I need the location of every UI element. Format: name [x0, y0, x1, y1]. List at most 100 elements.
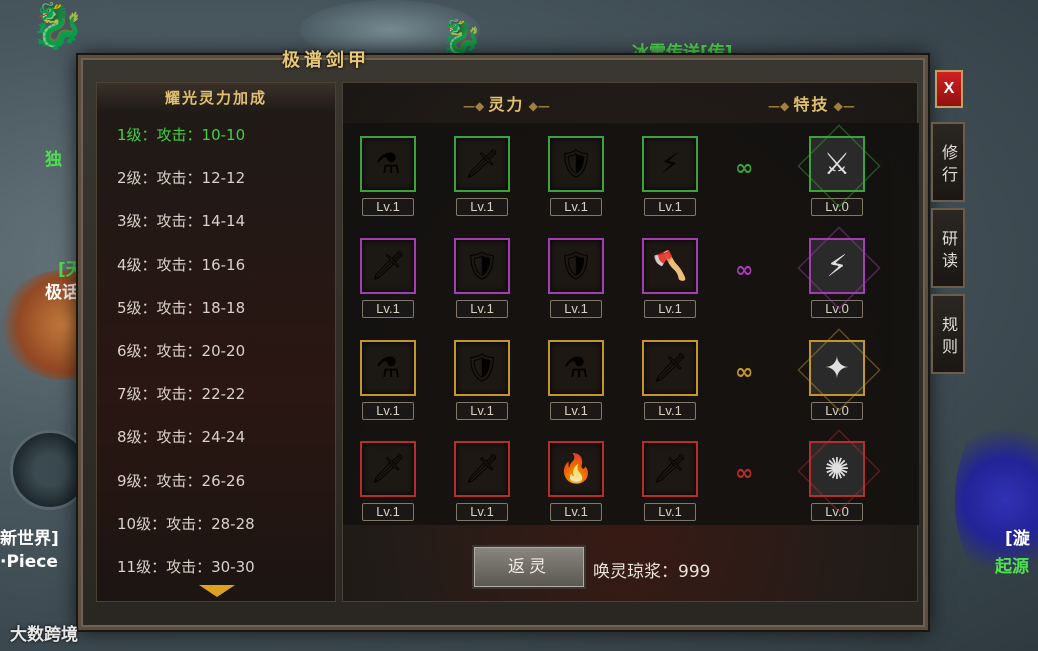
item-level-label: Lv.1	[644, 503, 696, 521]
chain-link-icon: ∞	[735, 461, 754, 486]
return-spirit-button[interactable]: 返灵	[472, 545, 586, 589]
spirit-item-slot[interactable]: ⚡ Lv.1	[642, 136, 698, 216]
item-frame: 🗡	[360, 238, 416, 294]
spirit-item-slot[interactable]: ⚗ Lv.1	[360, 136, 416, 216]
skill-frame: ⚡	[809, 238, 865, 294]
bonus-list-panel: 耀光灵力加成 1级：攻击：10-10 2级：攻击：12-12 3级：攻击：14-…	[96, 82, 336, 602]
item-level-label: Lv.1	[362, 503, 414, 521]
scroll-down-icon[interactable]	[199, 585, 235, 597]
flame-axe-icon: 🪓	[652, 249, 688, 282]
item-level-label: Lv.1	[456, 300, 508, 318]
npc-label: 起源	[995, 557, 1029, 577]
spirit-item-slot[interactable]: 🪓 Lv.1	[642, 238, 698, 318]
bonus-list-header: 耀光灵力加成	[97, 83, 335, 113]
item-level-label: Lv.1	[362, 402, 414, 420]
item-frame: 🗡	[642, 340, 698, 396]
side-tabs: 修行 研读 规则	[931, 122, 965, 380]
chain-link-icon: ∞	[735, 258, 754, 283]
red-potion-icon: ⚗	[375, 351, 401, 384]
bonus-level-list[interactable]: 1级：攻击：10-10 2级：攻击：12-12 3级：攻击：14-14 4级：攻…	[97, 113, 335, 595]
golden-blade-icon: 🗡	[370, 249, 406, 282]
sword-icon: 🗡	[464, 452, 500, 485]
skill-slot[interactable]: ✦Lv.0	[809, 340, 865, 420]
item-frame: 🛡	[454, 340, 510, 396]
npc-label: [漩	[1005, 529, 1030, 549]
skill-frame: ✺	[809, 441, 865, 497]
spirit-grid: ⚗ Lv.1 🗡 Lv.1 🛡 Lv.1 ⚡ Lv.1 ∞ ⚔Lv.0 🗡 Lv.1 🛡 Lv.1 🛡 Lv.…	[343, 123, 919, 525]
spirit-item-slot[interactable]: ⚗ Lv.1	[548, 340, 604, 420]
red-potion-icon: ⚗	[375, 147, 401, 180]
skill-slot[interactable]: ⚡Lv.0	[809, 238, 865, 318]
spirit-item-slot[interactable]: 🛡 Lv.1	[548, 238, 604, 318]
spirit-item-slot[interactable]: 🔥 Lv.1	[548, 441, 604, 521]
spirit-item-slot[interactable]: 🛡 Lv.1	[454, 238, 510, 318]
red-potion-icon: ⚗	[563, 351, 589, 384]
bonus-level-item: 4级：攻击：16-16	[117, 255, 246, 274]
burst-skill-icon: ✺	[824, 451, 850, 487]
bonus-level-item: 10级：攻击：28-28	[117, 514, 255, 533]
skill-frame: ⚔	[809, 136, 865, 192]
spirit-row: 🗡 Lv.1 🛡 Lv.1 🛡 Lv.1 🪓 Lv.1 ∞ ⚡Lv.0	[343, 238, 919, 338]
window-title: 极谱剑甲	[282, 50, 370, 71]
slash-skill-icon: ⚔	[823, 146, 851, 182]
skill-slot[interactable]: ✺Lv.0	[809, 441, 865, 521]
bonus-level-item: 7级：攻击：22-22	[117, 385, 246, 404]
item-level-label: Lv.1	[644, 402, 696, 420]
item-frame: 🗡	[360, 441, 416, 497]
item-frame: ⚗	[360, 136, 416, 192]
spirit-row: 🗡 Lv.1 🗡 Lv.1 🔥 Lv.1 🗡 Lv.1 ∞ ✺Lv.0	[343, 441, 919, 541]
spirit-section-title: —◆ 灵力 ◆—	[463, 95, 550, 114]
bonus-level-item: 8级：攻击：24-24	[117, 428, 246, 447]
item-level-label: Lv.1	[456, 198, 508, 216]
item-level-label: Lv.1	[550, 503, 602, 521]
item-level-label: Lv.1	[362, 198, 414, 216]
sword-icon: 🗡	[464, 147, 500, 180]
item-level-label: Lv.1	[362, 300, 414, 318]
item-frame: 🗡	[454, 441, 510, 497]
item-frame: 🗡	[454, 136, 510, 192]
item-level-label: Lv.1	[550, 402, 602, 420]
spirit-item-slot[interactable]: 🗡 Lv.1	[454, 136, 510, 216]
skill-slot[interactable]: ⚔Lv.0	[809, 136, 865, 216]
tab-study[interactable]: 研读	[931, 208, 965, 288]
item-frame: 🗡	[642, 441, 698, 497]
chain-link-icon: ∞	[735, 360, 754, 385]
bonus-level-item: 1级：攻击：10-10	[117, 126, 246, 144]
golden-blade-icon: 🗡	[652, 452, 688, 485]
skill-section-title: —◆ 特技 ◆—	[768, 95, 855, 114]
spirit-item-slot[interactable]: 🗡 Lv.1	[454, 441, 510, 521]
tab-rules[interactable]: 规则	[931, 294, 965, 374]
tab-cultivate[interactable]: 修行	[931, 122, 965, 202]
lightning-sword-icon: ⚡	[660, 147, 680, 180]
spirit-item-slot[interactable]: 🗡 Lv.1	[642, 340, 698, 420]
chain-link-icon: ∞	[735, 156, 754, 181]
close-button[interactable]: X	[935, 70, 963, 108]
spirit-row: ⚗ Lv.1 🛡 Lv.1 ⚗ Lv.1 🗡 Lv.1 ∞ ✦Lv.0	[343, 340, 919, 440]
item-level-label: Lv.1	[644, 300, 696, 318]
item-level-label: Lv.1	[644, 198, 696, 216]
item-frame: 🔥	[548, 441, 604, 497]
silver-armor-icon: 🛡	[464, 249, 500, 282]
fire-blade-icon: 🔥	[558, 452, 594, 485]
bonus-level-item: 2级：攻击：12-12	[117, 169, 246, 188]
item-level-label: Lv.1	[456, 503, 508, 521]
bonus-level-item: 5级：攻击：18-18	[117, 298, 246, 317]
sword-icon: 🗡	[370, 452, 406, 485]
item-frame: ⚡	[642, 136, 698, 192]
spirit-row: ⚗ Lv.1 🗡 Lv.1 🛡 Lv.1 ⚡ Lv.1 ∞ ⚔Lv.0	[343, 136, 919, 236]
spirit-item-slot[interactable]: 🗡 Lv.1	[642, 441, 698, 521]
spirit-item-slot[interactable]: 🛡 Lv.1	[548, 136, 604, 216]
item-frame: ⚗	[360, 340, 416, 396]
item-frame: 🛡	[548, 136, 604, 192]
dragon-ornament-top: 🐉	[440, 18, 483, 58]
armor-icon: 🛡	[558, 147, 594, 180]
bonus-level-item: 6级：攻击：20-20	[117, 341, 246, 360]
spirit-item-slot[interactable]: ⚗ Lv.1	[360, 340, 416, 420]
item-frame: 🛡	[454, 238, 510, 294]
spirit-item-slot[interactable]: 🗡 Lv.1	[360, 441, 416, 521]
item-frame: ⚗	[548, 340, 604, 396]
spirit-item-slot[interactable]: 🗡 Lv.1	[360, 238, 416, 318]
bonus-level-item: 9级：攻击：26-26	[117, 471, 246, 490]
npc-label: 独	[45, 150, 62, 170]
spirit-item-slot[interactable]: 🛡 Lv.1	[454, 340, 510, 420]
